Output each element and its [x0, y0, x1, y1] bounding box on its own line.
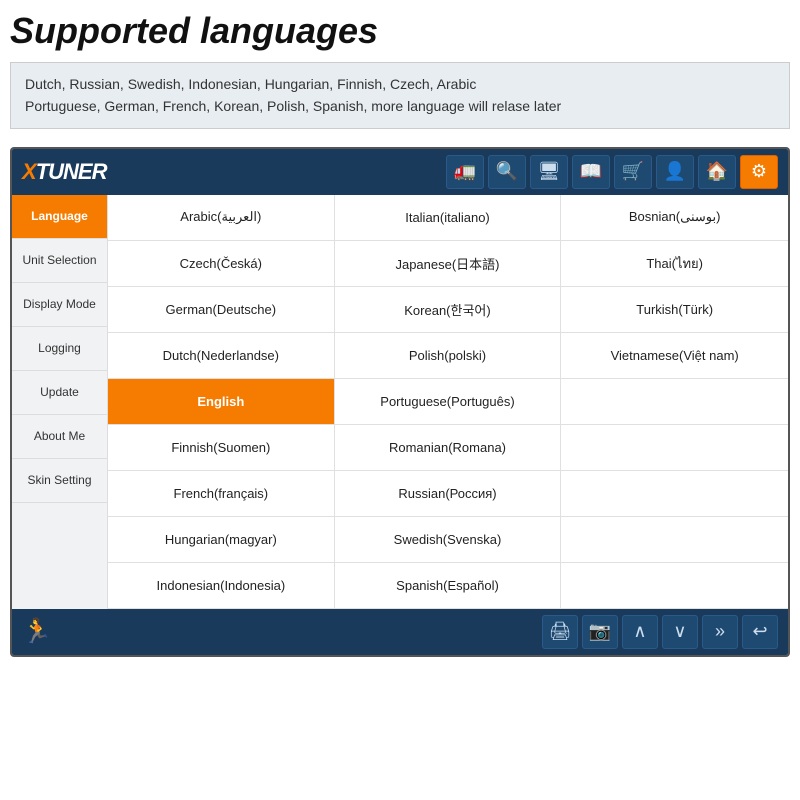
- search-icon[interactable]: 🔍: [488, 155, 526, 189]
- header-icons: 🚛🔍🖥📖🛒👤🏠⚙: [446, 155, 778, 189]
- print-icon[interactable]: 🖨: [542, 615, 578, 649]
- lang-cell-Swedish(Svenska)[interactable]: Swedish(Svenska): [335, 517, 562, 563]
- down-icon[interactable]: ∨: [662, 615, 698, 649]
- lang-cell-English[interactable]: English: [108, 379, 335, 425]
- lang-cell-Korean(한국어)[interactable]: Korean(한국어): [335, 287, 562, 333]
- book-icon[interactable]: 📖: [572, 155, 610, 189]
- sidebar-item-language[interactable]: Language: [12, 195, 107, 239]
- subtitle-text: Dutch, Russian, Swedish, Indonesian, Hun…: [25, 76, 561, 114]
- lang-cell-Indonesian(Indonesia)[interactable]: Indonesian(Indonesia): [108, 563, 335, 609]
- display-icon[interactable]: 🖥: [530, 155, 568, 189]
- lang-cell-Bosnian(بوسنی)[interactable]: Bosnian(بوسنی): [561, 195, 788, 241]
- home-icon[interactable]: 🏠: [698, 155, 736, 189]
- app-header: XTUNER 🚛🔍🖥📖🛒👤🏠⚙: [12, 149, 788, 195]
- back-icon[interactable]: ↩: [742, 615, 778, 649]
- lang-cell-Vietnamese(Việt nam)[interactable]: Vietnamese(Việt nam): [561, 333, 788, 379]
- sidebar: LanguageUnit SelectionDisplay ModeLoggin…: [12, 195, 108, 609]
- lang-cell-empty-26: [561, 563, 788, 609]
- truck-icon[interactable]: 🚛: [446, 155, 484, 189]
- lang-cell-Russian(Россия)[interactable]: Russian(Россия): [335, 471, 562, 517]
- lang-cell-empty-17: [561, 425, 788, 471]
- lang-cell-French(français)[interactable]: French(français): [108, 471, 335, 517]
- language-grid: Arabic(العربية)Italian(italiano)Bosnian(…: [108, 195, 788, 609]
- user-icon[interactable]: 👤: [656, 155, 694, 189]
- lang-cell-Romanian(Romana)[interactable]: Romanian(Romana): [335, 425, 562, 471]
- settings-icon[interactable]: ⚙: [740, 155, 778, 189]
- app-logo: XTUNER: [22, 159, 106, 185]
- lang-cell-Arabic(العربية)[interactable]: Arabic(العربية): [108, 195, 335, 241]
- lang-cell-empty-14: [561, 379, 788, 425]
- lang-cell-Thai(ไทย)[interactable]: Thai(ไทย): [561, 241, 788, 287]
- sidebar-item-logging[interactable]: Logging: [12, 327, 107, 371]
- cart-icon[interactable]: 🛒: [614, 155, 652, 189]
- sidebar-item-about-me[interactable]: About Me: [12, 415, 107, 459]
- lang-cell-Dutch(Nederlandse)[interactable]: Dutch(Nederlandse): [108, 333, 335, 379]
- sidebar-item-update[interactable]: Update: [12, 371, 107, 415]
- lang-cell-Czech(Česká)[interactable]: Czech(Česká): [108, 241, 335, 287]
- forward-icon[interactable]: »: [702, 615, 738, 649]
- lang-cell-German(Deutsche)[interactable]: German(Deutsche): [108, 287, 335, 333]
- lang-cell-Finnish(Suomen)[interactable]: Finnish(Suomen): [108, 425, 335, 471]
- lang-cell-Italian(italiano)[interactable]: Italian(italiano): [335, 195, 562, 241]
- lang-cell-Polish(polski)[interactable]: Polish(polski): [335, 333, 562, 379]
- lang-cell-empty-23: [561, 517, 788, 563]
- camera-icon[interactable]: 📷: [582, 615, 618, 649]
- app-body: LanguageUnit SelectionDisplay ModeLoggin…: [12, 195, 788, 609]
- lang-cell-Hungarian(magyar)[interactable]: Hungarian(magyar): [108, 517, 335, 563]
- up-icon[interactable]: ∧: [622, 615, 658, 649]
- sidebar-item-display-mode[interactable]: Display Mode: [12, 283, 107, 327]
- sidebar-item-skin-setting[interactable]: Skin Setting: [12, 459, 107, 503]
- lang-cell-empty-20: [561, 471, 788, 517]
- run-icon[interactable]: 🏃: [22, 617, 52, 646]
- lang-cell-Japanese(日本語)[interactable]: Japanese(日本語): [335, 241, 562, 287]
- lang-cell-Spanish(Español)[interactable]: Spanish(Español): [335, 563, 562, 609]
- app-footer: 🏃 🖨📷∧∨»↩: [12, 609, 788, 655]
- app-container: XTUNER 🚛🔍🖥📖🛒👤🏠⚙ LanguageUnit SelectionDi…: [10, 147, 790, 657]
- lang-cell-Portuguese(Português)[interactable]: Portuguese(Português): [335, 379, 562, 425]
- lang-cell-Turkish(Türk)[interactable]: Turkish(Türk): [561, 287, 788, 333]
- subtitle-box: Dutch, Russian, Swedish, Indonesian, Hun…: [10, 62, 790, 129]
- page-title: Supported languages: [10, 10, 790, 52]
- sidebar-item-unit-selection[interactable]: Unit Selection: [12, 239, 107, 283]
